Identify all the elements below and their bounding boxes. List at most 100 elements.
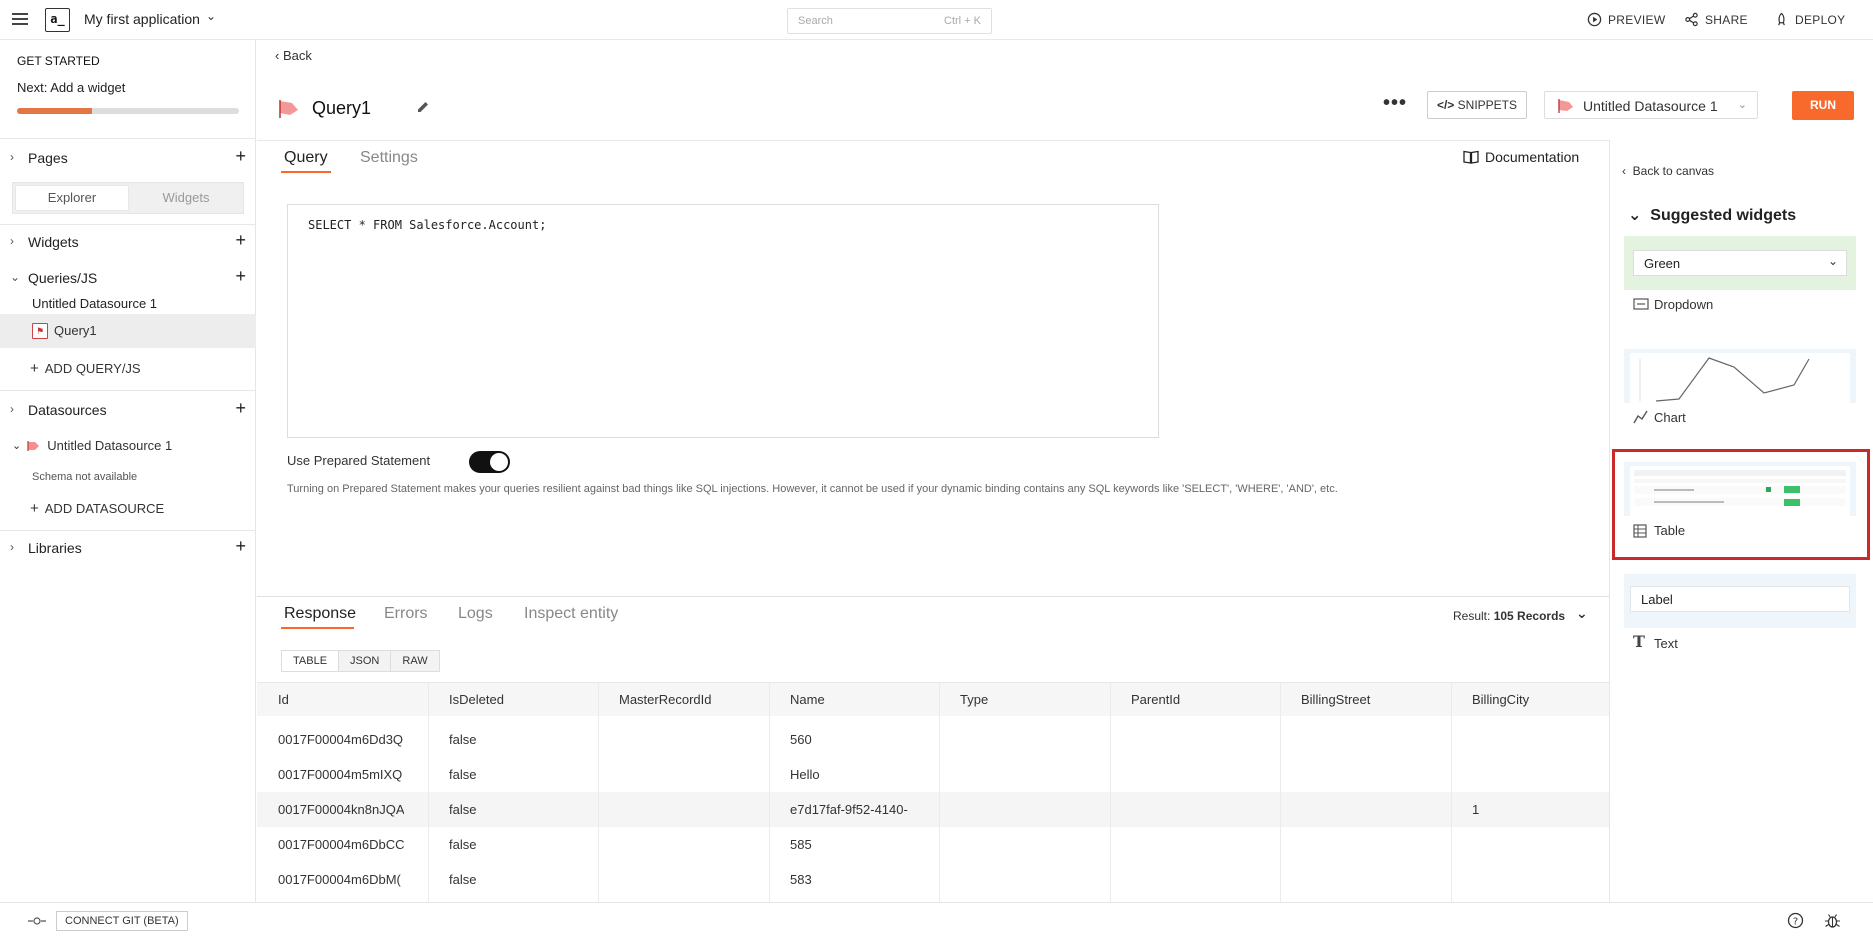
app-name[interactable]: My first application xyxy=(84,11,200,27)
book-icon xyxy=(1463,150,1479,164)
collapse-response-icon[interactable]: ⌄ xyxy=(1576,605,1588,622)
tab-query[interactable]: Query xyxy=(284,149,328,167)
view-table-button[interactable]: TABLE xyxy=(282,651,340,671)
datasources-section[interactable]: › Datasources + xyxy=(0,396,256,424)
query-editor[interactable]: SELECT * FROM Salesforce.Account; xyxy=(287,204,1159,438)
help-icon[interactable]: ? xyxy=(1787,912,1804,929)
add-datasource-icon[interactable]: + xyxy=(235,398,246,419)
tab-errors[interactable]: Errors xyxy=(384,605,428,623)
tab-inspect-entity[interactable]: Inspect entity xyxy=(524,605,618,623)
divider xyxy=(0,138,256,139)
sidebar: GET STARTED Next: Add a widget › Pages +… xyxy=(0,40,256,902)
table-cell[interactable]: false xyxy=(449,767,476,782)
table-cell[interactable]: 0017F00004kn8nJQA xyxy=(278,802,404,817)
text-preview-box: Label xyxy=(1630,586,1850,612)
column-header[interactable]: MasterRecordId xyxy=(619,692,711,707)
table-cell[interactable]: false xyxy=(449,802,476,817)
datasource-item[interactable]: ⌄ Untitled Datasource 1 xyxy=(12,438,172,453)
share-button[interactable]: SHARE xyxy=(1684,12,1748,27)
suggested-widgets-title[interactable]: ⌄ Suggested widgets xyxy=(1628,205,1796,225)
table-cell[interactable]: 0017F00004m6DbCC xyxy=(278,837,404,852)
pencil-icon[interactable] xyxy=(415,99,431,115)
table-cell[interactable]: 0017F00004m6Dd3Q xyxy=(278,732,403,747)
get-started-next[interactable]: Next: Add a widget xyxy=(17,80,125,95)
query-code[interactable]: SELECT * FROM Salesforce.Account; xyxy=(308,218,546,232)
column-header[interactable]: IsDeleted xyxy=(449,692,504,707)
query-name[interactable]: Query1 xyxy=(312,98,371,119)
salesforce-icon xyxy=(27,440,40,451)
more-options-icon[interactable]: ••• xyxy=(1383,92,1407,115)
bug-icon[interactable] xyxy=(1824,912,1841,929)
dropdown-icon xyxy=(1633,298,1649,310)
column-header[interactable]: BillingCity xyxy=(1472,692,1529,707)
view-raw-button[interactable]: RAW xyxy=(391,651,439,671)
divider xyxy=(257,140,1609,141)
tab-logs[interactable]: Logs xyxy=(458,605,493,623)
run-button[interactable]: RUN xyxy=(1792,91,1854,120)
add-query-button[interactable]: + ADD QUERY/JS xyxy=(30,360,141,377)
explorer-tab[interactable]: Explorer xyxy=(16,186,128,210)
snippets-button[interactable]: </> SNIPPETS xyxy=(1427,91,1527,119)
column-header[interactable]: BillingStreet xyxy=(1301,692,1370,707)
table-cell[interactable]: 583 xyxy=(790,872,812,887)
add-query-icon[interactable]: + xyxy=(235,266,246,287)
table-cell[interactable]: 0017F00004m6DbM( xyxy=(278,872,401,887)
menu-icon[interactable] xyxy=(12,10,28,30)
tab-settings[interactable]: Settings xyxy=(360,149,418,167)
preview-button[interactable]: PREVIEW xyxy=(1587,12,1665,27)
column-header[interactable]: Type xyxy=(960,692,988,707)
text-preview: Label xyxy=(1624,574,1856,628)
back-link[interactable]: ‹ Back xyxy=(275,48,312,63)
suggested-widgets-label: Suggested widgets xyxy=(1650,207,1797,224)
table-cell[interactable]: 560 xyxy=(790,732,812,747)
libraries-section[interactable]: › Libraries + xyxy=(0,534,256,562)
back-to-canvas-link[interactable]: ‹ Back to canvas xyxy=(1622,164,1714,178)
add-datasource-label: ADD DATASOURCE xyxy=(44,501,165,516)
add-page-icon[interactable]: + xyxy=(235,146,246,167)
add-library-icon[interactable]: + xyxy=(235,536,246,557)
table-cell[interactable]: false xyxy=(449,872,476,887)
widget-card-dropdown[interactable]: Green ⌄ Dropdown xyxy=(1624,236,1856,324)
deploy-button[interactable]: DEPLOY xyxy=(1774,12,1846,27)
search-shortcut: Ctrl + K xyxy=(944,15,981,27)
column-divider xyxy=(1451,682,1452,902)
text-label: Text xyxy=(1654,636,1678,651)
queries-section[interactable]: ⌄ Queries/JS + xyxy=(0,264,256,292)
connect-git-button[interactable]: CONNECT GIT (BETA) xyxy=(56,911,188,931)
widgets-section[interactable]: › Widgets + xyxy=(0,228,256,256)
table-cell[interactable]: Hello xyxy=(790,767,820,782)
documentation-link[interactable]: Documentation xyxy=(1463,149,1579,165)
search-input[interactable]: Search Ctrl + K xyxy=(787,8,992,34)
table-cell[interactable]: 1 xyxy=(1472,802,1479,817)
add-widget-icon[interactable]: + xyxy=(235,230,246,251)
widget-card-chart[interactable]: Chart xyxy=(1624,349,1856,435)
widget-card-text[interactable]: Label T Text xyxy=(1624,574,1856,654)
chevron-down-icon[interactable]: ⌄ xyxy=(206,9,216,23)
datasource-group-label[interactable]: Untitled Datasource 1 xyxy=(32,296,157,311)
table-cell[interactable]: 585 xyxy=(790,837,812,852)
app-logo[interactable]: a_ xyxy=(45,8,70,32)
prepared-statement-toggle[interactable] xyxy=(469,451,510,473)
column-header[interactable]: ParentId xyxy=(1131,692,1180,707)
tab-response[interactable]: Response xyxy=(284,605,356,623)
add-datasource-button[interactable]: + ADD DATASOURCE xyxy=(30,500,164,517)
view-json-button[interactable]: JSON xyxy=(339,651,392,671)
table-cell[interactable]: e7d17faf-9f52-4140- xyxy=(790,802,908,817)
query-item[interactable]: ⚑ Query1 xyxy=(0,314,256,348)
search-placeholder: Search xyxy=(798,15,833,27)
pages-label: Pages xyxy=(28,150,68,166)
datasource-select[interactable]: Untitled Datasource 1 ⌄ xyxy=(1544,91,1758,119)
get-started-title[interactable]: GET STARTED xyxy=(17,54,100,68)
datasource-select-value: Untitled Datasource 1 xyxy=(1583,98,1718,114)
toggle-knob xyxy=(490,453,508,471)
pages-section[interactable]: › Pages + xyxy=(0,144,256,172)
widgets-tab[interactable]: Widgets xyxy=(130,186,242,210)
table-cell[interactable]: 0017F00004m5mIXQ xyxy=(278,767,402,782)
column-header[interactable]: Id xyxy=(278,692,289,707)
salesforce-icon xyxy=(1558,99,1573,113)
column-divider xyxy=(428,682,429,902)
rocket-icon xyxy=(1778,12,1785,26)
table-cell[interactable]: false xyxy=(449,837,476,852)
column-header[interactable]: Name xyxy=(790,692,825,707)
table-cell[interactable]: false xyxy=(449,732,476,747)
